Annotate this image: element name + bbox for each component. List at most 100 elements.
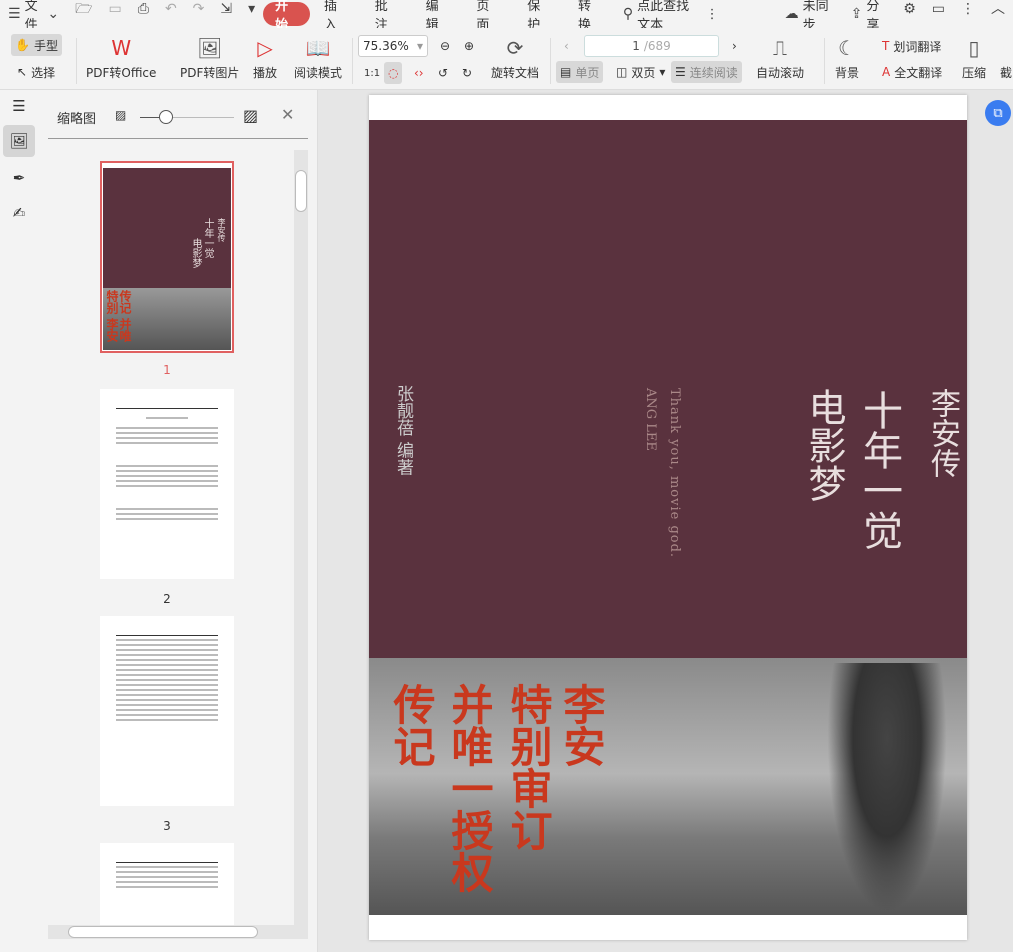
tab-protect[interactable]: 保护: [513, 0, 564, 33]
export-icon[interactable]: ⇲: [212, 2, 240, 26]
signature-icon[interactable]: ✍: [3, 197, 35, 229]
more-dropdown-icon[interactable]: ▾: [240, 2, 263, 26]
pdf-office-icon: W: [111, 36, 132, 60]
thumbnail-number: 3: [163, 819, 171, 833]
scrollbar-thumb[interactable]: [295, 170, 307, 212]
cover-english-2: ANG LEE: [643, 388, 658, 451]
cover-title-2: 电影梦: [802, 388, 846, 502]
redo-icon[interactable]: ↷: [185, 2, 213, 26]
cover-series: 李安传: [925, 388, 960, 478]
more-icon: ⋮: [705, 6, 719, 22]
comment-icon[interactable]: ▭: [924, 2, 953, 26]
sync-button[interactable]: ☁ 未同步: [777, 0, 843, 33]
thumbnail-icon[interactable]: 🖼: [3, 125, 35, 157]
prev-page-icon[interactable]: ‹: [560, 35, 573, 57]
fit-width-icon[interactable]: ‹›: [410, 62, 428, 84]
vertical-scrollbar[interactable]: [294, 150, 308, 925]
crop-button[interactable]: 截: [1000, 64, 1012, 81]
cursor-icon: ↖: [17, 65, 28, 79]
fit-page-icon[interactable]: ◌: [384, 62, 403, 84]
collapse-icon[interactable]: ︿: [983, 2, 1013, 26]
double-page-button[interactable]: ◫ 双页 ▾: [612, 61, 669, 83]
zoom-in-icon[interactable]: ⊕: [460, 35, 478, 57]
full-translate-icon: A: [882, 65, 891, 79]
zoom-select[interactable]: 75.36% ▾: [358, 35, 428, 57]
full-translate-button[interactable]: A 全文翻译: [878, 61, 946, 83]
rotate-document-button[interactable]: ⟳ 旋转文档: [491, 32, 539, 81]
play-button[interactable]: ▷ 播放: [253, 32, 277, 81]
portrait: [827, 663, 947, 913]
tab-edit[interactable]: 编辑: [412, 0, 463, 33]
zoom-out-icon[interactable]: ⊖: [436, 35, 454, 57]
floating-tool-icon[interactable]: ⧉: [985, 100, 1011, 126]
moon-icon: ☾: [838, 36, 856, 60]
share-icon: ⇪: [850, 6, 863, 22]
tab-insert[interactable]: 插入: [310, 0, 361, 33]
chevron-down-icon: ▾: [416, 39, 423, 53]
tab-page[interactable]: 页面: [462, 0, 513, 33]
close-icon[interactable]: ✕: [281, 105, 294, 124]
left-sidebar: ☰ 🖼 ✒ ✍: [0, 90, 38, 952]
read-mode-button[interactable]: 📖 阅读模式: [294, 32, 342, 81]
cover-red-text: 并唯一授权: [445, 683, 494, 893]
small-image-icon[interactable]: ▨: [115, 108, 126, 122]
zip-icon: ▯: [968, 36, 980, 60]
cover-red-text: 李安: [557, 683, 606, 767]
large-image-icon[interactable]: ▨: [243, 106, 258, 125]
settings-icon[interactable]: ⚙: [895, 2, 924, 26]
horizontal-scrollbar[interactable]: [48, 925, 308, 939]
rotate-doc-icon: ⟳: [506, 36, 524, 60]
translate-icon: T: [882, 39, 890, 53]
open-icon[interactable]: 🗁: [67, 2, 100, 26]
outline-icon[interactable]: ☰: [3, 90, 35, 122]
background-button[interactable]: ☾ 背景: [835, 32, 859, 81]
pen-icon[interactable]: ✒: [3, 162, 35, 194]
play-icon: ▷: [257, 36, 273, 60]
cover-title-1: 十年一觉: [856, 390, 902, 550]
select-tool[interactable]: ↖ 选择: [13, 61, 59, 83]
more-icon[interactable]: ⋮: [953, 2, 983, 26]
slider-handle[interactable]: [159, 110, 173, 124]
rotate-right-icon[interactable]: ↻: [458, 62, 476, 84]
image-icon: 🖼: [197, 36, 223, 60]
top-bar: ☰ 文件 ⌄ 🗁 ▭ ⎙ ↶ ↷ ⇲ ▾ 开始 插入 批注 编辑 页面 保护 转换 …: [0, 0, 1013, 33]
scrollbar-thumb[interactable]: [68, 926, 258, 938]
word-translate-button[interactable]: T 划词翻译: [878, 35, 945, 57]
hand-tool[interactable]: ✋ 手型: [11, 34, 62, 56]
search-box[interactable]: ⚲ 点此查找文本 ⋮: [615, 0, 727, 33]
thumbnail-panel: 缩略图 ▨ ▨ ✕ 李安传 十年一觉 电影梦 传记 并唯 特别 李安 1 2 3: [38, 90, 318, 952]
tab-convert[interactable]: 转换: [564, 0, 615, 33]
panel-title: 缩略图: [57, 112, 97, 127]
continuous-read-button[interactable]: ☰ 连续阅读: [671, 61, 742, 83]
next-page-icon[interactable]: ›: [728, 35, 741, 57]
cover-red-text: 特别审订: [504, 683, 553, 851]
thumbnail-page-4[interactable]: [100, 843, 234, 925]
single-page-icon: ▤: [560, 65, 572, 79]
tab-start[interactable]: 开始: [263, 0, 310, 33]
cover-red-text: 传记: [387, 683, 436, 767]
toolbar: ✋ 手型 ↖ 选择 W PDF转Office 🖼 PDF转图片 ▷ 播放 📖 阅读模式 75…: [0, 28, 1013, 90]
hand-icon: ✋: [15, 38, 30, 52]
pdf-to-image-button[interactable]: 🖼 PDF转图片: [180, 32, 239, 81]
file-menu[interactable]: ☰ 文件 ⌄: [0, 0, 67, 33]
thumbnail-page-1[interactable]: 李安传 十年一觉 电影梦 传记 并唯 特别 李安: [100, 161, 234, 353]
actual-size-icon[interactable]: 1:1: [360, 62, 384, 84]
double-page-icon: ◫: [616, 65, 628, 79]
compress-button[interactable]: ▯ 压缩: [962, 32, 986, 81]
hamburger-icon: ☰: [8, 6, 21, 22]
undo-icon[interactable]: ↶: [157, 2, 185, 26]
thumbnail-page-2[interactable]: [100, 389, 234, 579]
auto-scroll-button[interactable]: ⎍ 自动滚动: [756, 32, 804, 81]
tab-annotate[interactable]: 批注: [361, 0, 412, 33]
print-icon[interactable]: ⎙: [130, 2, 157, 26]
rotate-left-icon[interactable]: ↺: [434, 62, 452, 84]
auto-scroll-icon: ⎍: [773, 36, 787, 60]
thumbnail-page-3[interactable]: [100, 616, 234, 806]
share-button[interactable]: ⇪ 分享: [843, 0, 896, 33]
thumbnail-number: 1: [163, 363, 171, 377]
book-icon: 📖: [305, 36, 331, 60]
page-input[interactable]: 1/689: [584, 35, 719, 57]
pdf-to-office-button[interactable]: W PDF转Office: [86, 32, 156, 81]
single-page-button[interactable]: ▤ 单页: [556, 61, 604, 83]
save-icon[interactable]: ▭: [101, 2, 130, 26]
